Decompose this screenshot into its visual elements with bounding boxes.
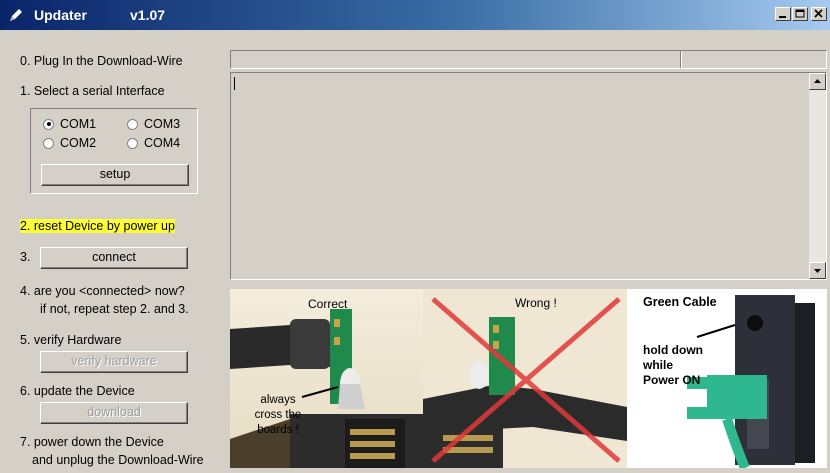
step-5-label: 5. verify Hardware — [20, 333, 122, 347]
radio-empty-icon — [127, 118, 138, 130]
radio-empty-icon — [43, 137, 54, 149]
green-cable-caption: Green Cable — [643, 295, 717, 309]
progress-bar — [230, 50, 827, 69]
radio-selected-icon — [43, 118, 54, 130]
wrong-caption: Wrong ! — [515, 296, 557, 310]
arrow-down-icon — [814, 269, 821, 273]
verify-hardware-button[interactable]: verify hardware — [40, 351, 188, 373]
text-caret — [234, 77, 235, 90]
radio-empty-icon — [127, 137, 138, 149]
step-4-label: 4. are you <connected> now? — [20, 284, 185, 298]
green-note-line-1: hold down — [643, 343, 703, 357]
com1-radio[interactable]: COM1 — [43, 117, 96, 131]
green-note-line-3: Power ON — [643, 373, 701, 387]
maximize-button[interactable] — [792, 7, 808, 21]
step-0-label: 0. Plug In the Download-Wire — [20, 54, 183, 68]
close-icon — [814, 9, 823, 18]
window-title: Updater — [34, 7, 87, 23]
com3-label: COM3 — [144, 117, 181, 131]
log-output-area[interactable] — [230, 72, 827, 280]
minimize-button[interactable] — [775, 7, 791, 21]
pencil-icon — [10, 9, 22, 21]
close-button[interactable] — [811, 7, 827, 21]
correct-connection-photo — [230, 289, 423, 468]
step-7-label: 7. power down the Device — [20, 435, 164, 449]
com4-label: COM4 — [144, 136, 181, 150]
correct-note-line-1: always — [260, 394, 296, 406]
correct-note-line-3: boards ! — [257, 424, 299, 436]
correct-note-line-2: cross the — [254, 409, 302, 421]
com3-radio[interactable]: COM3 — [127, 117, 180, 131]
download-button[interactable]: download — [40, 402, 188, 424]
step-2-label: 2. reset Device by power up — [20, 219, 175, 233]
step-4-hint: if not, repeat step 2. and 3. — [40, 302, 189, 316]
window-version: v1.07 — [130, 7, 166, 23]
maximize-icon — [795, 9, 805, 18]
correct-note: always cross the boards ! — [248, 393, 308, 438]
scroll-down-button[interactable] — [809, 262, 826, 279]
step-3-label: 3. — [20, 250, 31, 264]
setup-button[interactable]: setup — [41, 164, 189, 186]
green-cable-image: Green Cable hold down while Power ON — [627, 289, 827, 468]
com1-label: COM1 — [60, 117, 97, 131]
correct-caption: Correct — [308, 297, 348, 311]
wrong-connection-photo — [423, 289, 627, 468]
step-7-hint: and unplug the Download-Wire — [32, 453, 204, 467]
minimize-icon — [779, 16, 786, 18]
progress-divider — [680, 51, 682, 68]
title-bar: Updater v1.07 — [0, 0, 830, 30]
connect-button[interactable]: connect — [40, 247, 188, 269]
correct-connection-image: Correct always cross the boards ! — [230, 289, 423, 468]
com-port-group: COM1 COM3 COM2 COM4 setup — [30, 108, 198, 194]
com4-radio[interactable]: COM4 — [127, 136, 180, 150]
scroll-up-button[interactable] — [809, 73, 826, 90]
log-scrollbar[interactable] — [809, 73, 826, 279]
com2-label: COM2 — [60, 136, 97, 150]
arrow-up-icon — [814, 79, 821, 83]
com2-radio[interactable]: COM2 — [43, 136, 96, 150]
wrong-connection-image: Wrong ! — [423, 289, 627, 468]
step-6-label: 6. update the Device — [20, 384, 135, 398]
green-note-line-2: while — [643, 358, 674, 372]
green-cable-note: hold down while Power ON — [643, 343, 703, 388]
step-1-label: 1. Select a serial Interface — [20, 84, 165, 98]
